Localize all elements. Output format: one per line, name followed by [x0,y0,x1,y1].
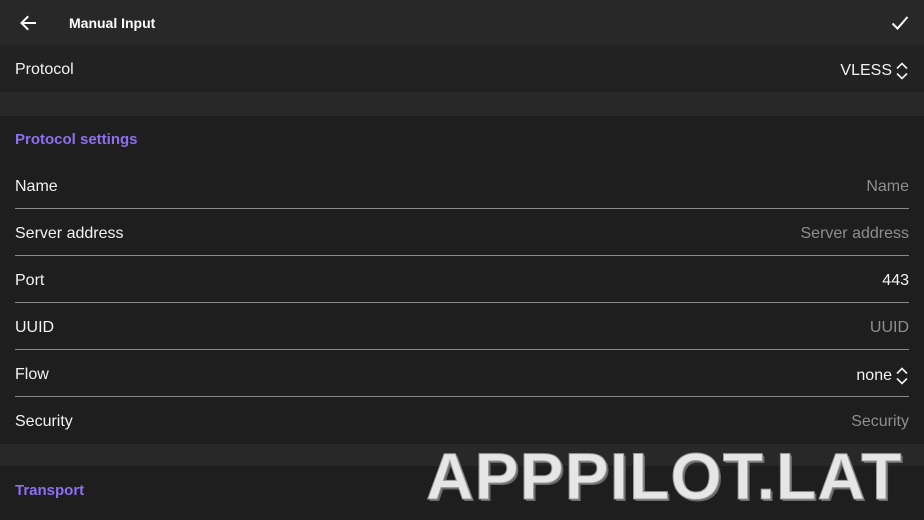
name-label: Name [15,178,58,195]
divider [15,208,909,209]
security-field[interactable]: Security Security [0,398,924,444]
port-label: Port [15,272,45,289]
security-label: Security [15,413,73,430]
flow-field[interactable]: Flow none [0,351,924,397]
protocol-settings-section: Protocol settings Name Name Server addre… [0,116,924,444]
section-spacer [0,92,924,116]
port-field[interactable]: Port 443 [0,257,924,303]
server-address-field[interactable]: Server address Server address [0,210,924,256]
chevron-up-down-icon [896,62,908,80]
security-input[interactable]: Security [851,413,909,431]
flow-value: none [856,367,892,384]
server-address-input[interactable]: Server address [801,225,910,243]
arrow-left-icon [20,15,36,31]
back-button[interactable] [14,9,42,37]
top-app-bar: Manual Input [0,0,924,46]
check-icon [891,16,909,30]
transport-title: Transport [15,482,85,499]
confirm-button[interactable] [886,9,914,37]
protocol-select[interactable]: VLESS [840,61,909,81]
divider [15,302,909,303]
divider [15,255,909,256]
watermark-text: APPPILOT.LAT [425,439,903,513]
uuid-field[interactable]: UUID UUID [0,304,924,350]
divider [15,349,909,350]
protocol-row[interactable]: Protocol VLESS [0,46,924,92]
uuid-label: UUID [15,319,55,336]
protocol-label: Protocol [15,61,74,78]
name-field[interactable]: Name Name [0,163,924,209]
flow-label: Flow [15,366,49,383]
page-title: Manual Input [69,15,156,31]
chevron-up-down-icon [896,367,908,385]
flow-select[interactable]: none [856,366,909,386]
uuid-input[interactable]: UUID [870,319,909,337]
manual-input-screen: Manual Input Protocol VLESS Protocol set… [0,0,924,520]
name-input[interactable]: Name [866,178,909,196]
port-input[interactable]: 443 [882,272,909,290]
protocol-settings-title: Protocol settings [15,131,138,148]
server-address-label: Server address [15,225,124,242]
protocol-value: VLESS [840,62,892,79]
divider [15,396,909,397]
